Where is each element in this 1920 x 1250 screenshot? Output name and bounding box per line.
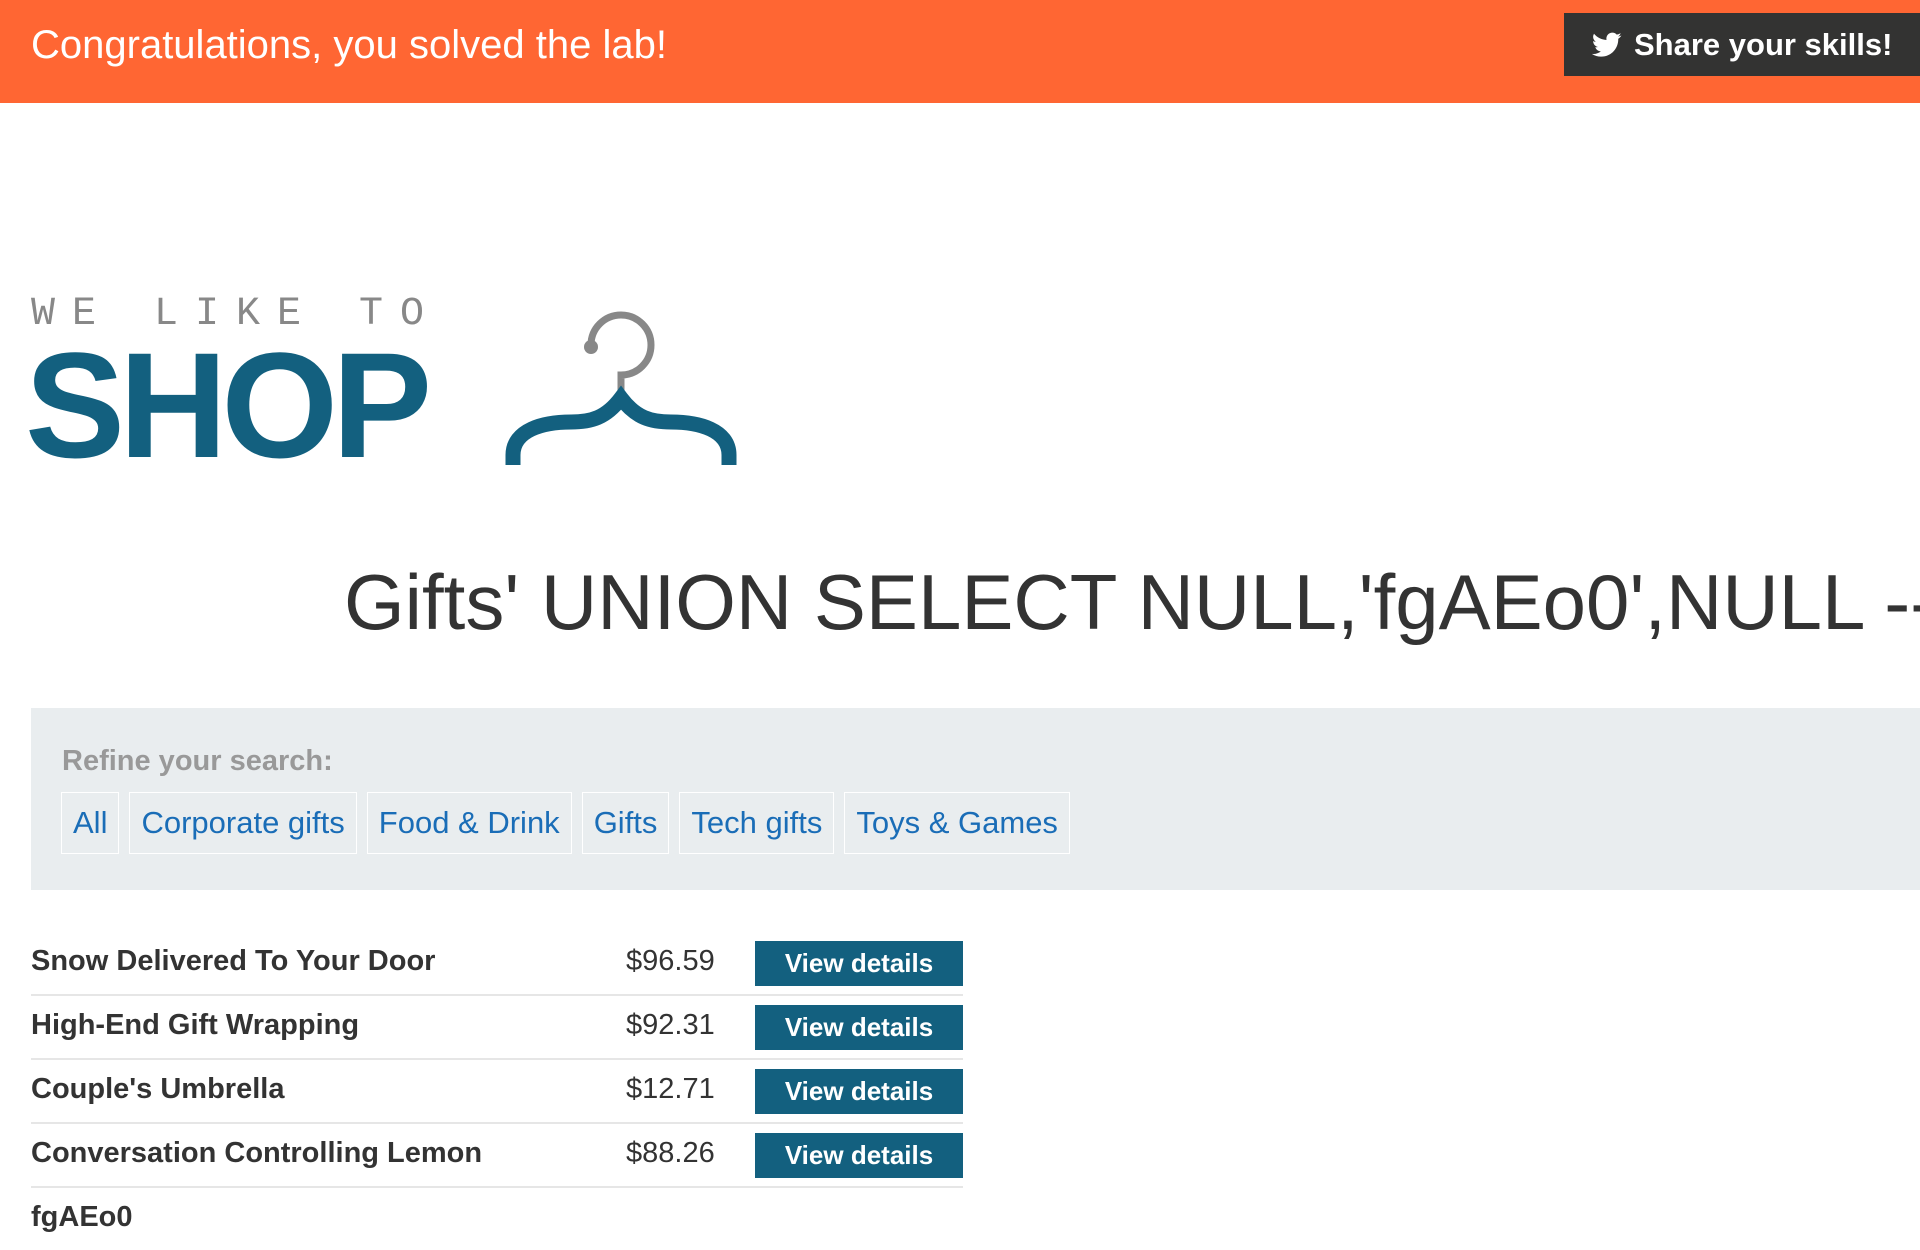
product-name: fgAEo0 xyxy=(31,1201,133,1233)
view-details-button[interactable]: View details xyxy=(755,1069,963,1114)
hanger-icon xyxy=(505,311,737,465)
shop-logo[interactable]: WE LIKE TO SHOP xyxy=(25,290,737,490)
page-title: Gifts' UNION SELECT NULL,'fgAEo0',NULL -… xyxy=(344,558,1920,646)
view-details-button[interactable]: View details xyxy=(755,941,963,986)
product-price: $88.26 xyxy=(626,1137,715,1169)
filter-toys-games[interactable]: Toys & Games xyxy=(844,792,1070,854)
view-details-button[interactable]: View details xyxy=(755,1005,963,1050)
filter-panel: Refine your search: All Corporate gifts … xyxy=(31,708,1920,890)
logo-wordmark: SHOP xyxy=(25,321,432,489)
product-name: High-End Gift Wrapping xyxy=(31,1009,360,1041)
filter-tech-gifts[interactable]: Tech gifts xyxy=(679,792,835,854)
view-details-button[interactable]: View details xyxy=(755,1133,963,1178)
product-name: Conversation Controlling Lemon xyxy=(31,1137,483,1169)
product-price: $96.59 xyxy=(626,945,715,977)
product-row: Snow Delivered To Your Door $96.59 View … xyxy=(31,932,963,996)
product-list: Snow Delivered To Your Door $96.59 View … xyxy=(31,932,963,1250)
twitter-icon xyxy=(1592,32,1622,57)
product-row: Conversation Controlling Lemon $88.26 Vi… xyxy=(31,1124,963,1188)
product-row: Couple's Umbrella $12.71 View details xyxy=(31,1060,963,1124)
filter-label: Refine your search: xyxy=(62,745,333,777)
product-price: $12.71 xyxy=(626,1073,715,1105)
lab-solved-banner: Congratulations, you solved the lab! Sha… xyxy=(0,0,1920,103)
filter-list: All Corporate gifts Food & Drink Gifts T… xyxy=(61,792,1070,854)
banner-title: Congratulations, you solved the lab! xyxy=(31,23,667,67)
share-skills-button[interactable]: Share your skills! xyxy=(1564,13,1920,76)
product-name: Snow Delivered To Your Door xyxy=(31,945,436,977)
product-price: $92.31 xyxy=(626,1009,715,1041)
filter-corporate-gifts[interactable]: Corporate gifts xyxy=(129,792,357,854)
product-name: Couple's Umbrella xyxy=(31,1073,285,1105)
filter-food-drink[interactable]: Food & Drink xyxy=(366,792,572,854)
product-row: High-End Gift Wrapping $92.31 View detai… xyxy=(31,996,963,1060)
share-skills-label: Share your skills! xyxy=(1634,26,1893,62)
filter-all[interactable]: All xyxy=(61,792,120,854)
filter-gifts[interactable]: Gifts xyxy=(581,792,670,854)
